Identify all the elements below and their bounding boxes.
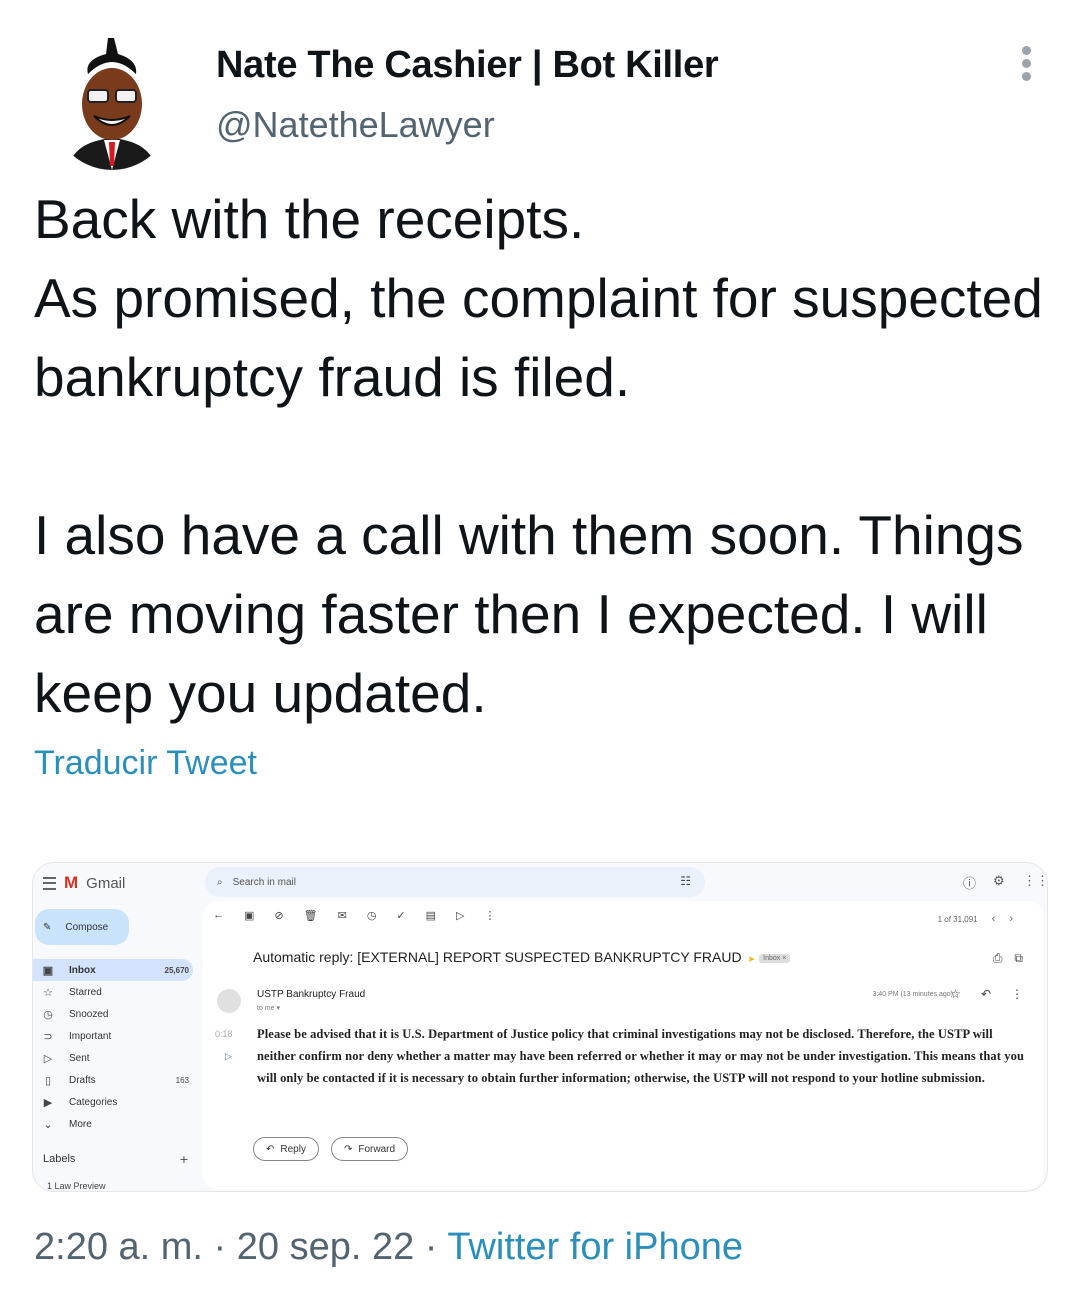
nav-label: Important [69, 1030, 112, 1042]
tweet-media-image[interactable]: M Gmail ✎ Compose ▣ Inbox 25,670 ☆ Starred … [32, 862, 1048, 1192]
back-arrow-icon[interactable]: ← [213, 909, 224, 922]
tweet-text: Back with the receipts. As promised, the… [34, 188, 1043, 724]
forward-arrow-icon: ↷ [344, 1143, 353, 1155]
gmail-wordmark: Gmail [86, 874, 126, 892]
compose-button[interactable]: ✎ Compose [35, 909, 129, 945]
label-as-icon[interactable]: ▷ [456, 909, 464, 922]
delete-icon[interactable]: 🗑 [304, 909, 318, 922]
more-actions-icon[interactable]: ⋮ [485, 909, 496, 922]
nav-snoozed[interactable]: ◷ Snoozed [33, 1003, 193, 1025]
pager: 1 of 31,091 ‹ › [938, 913, 1013, 925]
important-icon: ⊃ [43, 1030, 53, 1043]
translate-tweet-link[interactable]: Traducir Tweet [34, 744, 257, 783]
settings-icon[interactable]: ⚙ [993, 873, 1005, 889]
author-name[interactable]: Nate The Cashier | Bot Killer [216, 44, 719, 87]
subject-text: Automatic reply: [EXTERNAL] REPORT SUSPE… [253, 949, 742, 965]
prev-page-icon[interactable]: ‹ [992, 913, 996, 925]
more-options-icon[interactable] [1016, 46, 1036, 86]
star-icon: ☆ [43, 986, 53, 999]
audio-timer: 0:18 [215, 1029, 233, 1039]
reply-icon[interactable]: ↶ [981, 987, 991, 1001]
labels-title: Labels [43, 1153, 76, 1165]
nav-count: 163 [175, 1075, 189, 1085]
reply-label: Reply [280, 1143, 306, 1155]
nav-label: Snoozed [69, 1008, 109, 1020]
nav-inbox[interactable]: ▣ Inbox 25,670 [33, 959, 193, 981]
nav-starred[interactable]: ☆ Starred [33, 981, 193, 1003]
draft-icon: ▯ [44, 1074, 52, 1087]
nav-important[interactable]: ⊃ Important [33, 1025, 193, 1047]
report-spam-icon[interactable]: ⊘ [274, 909, 283, 922]
add-label-icon[interactable]: + [180, 1151, 188, 1167]
print-icon[interactable]: ⎙ [993, 951, 1003, 966]
label-item[interactable]: 1 Law Preview [47, 1181, 106, 1191]
menu-icon[interactable] [43, 876, 56, 890]
next-page-icon[interactable]: › [1009, 913, 1013, 925]
label-icon: ▶ [43, 1096, 53, 1109]
star-icon[interactable]: ☆ [950, 987, 961, 1001]
chevron-down-icon: ⌄ [43, 1118, 53, 1131]
recipient-details[interactable]: to me ▾ [257, 1004, 280, 1012]
nav-label: Drafts [69, 1074, 96, 1086]
sender-name[interactable]: USTP Bankruptcy Fraud [257, 989, 365, 1000]
cartoon-avatar-icon[interactable] [48, 30, 176, 170]
move-to-icon[interactable]: ▤ [426, 909, 436, 922]
search-bar[interactable]: ⌕ Search in mail ☷ [205, 867, 705, 897]
nav-label: Inbox [69, 964, 96, 976]
gmail-logo[interactable]: M Gmail [43, 873, 125, 893]
mark-unread-icon[interactable]: ✉ [338, 909, 347, 922]
email-body: Please be advised that it is U.S. Depart… [257, 1027, 1025, 1085]
tweet-source[interactable]: Twitter for iPhone [447, 1226, 743, 1268]
email-view: ← ▣ ⊘ 🗑 ✉ ◷ ✓ ▤ ▷ ⋮ 1 of 31,091 ‹ › Automa… [203, 901, 1043, 1189]
inbox-tag[interactable]: Inbox × [759, 953, 791, 963]
search-options-icon[interactable]: ☷ [680, 874, 691, 888]
pencil-icon: ✎ [43, 921, 52, 933]
author-handle[interactable]: @NatetheLawyer [216, 104, 495, 146]
compose-label: Compose [65, 921, 109, 933]
forward-label: Forward [358, 1143, 396, 1155]
importance-marker-icon[interactable]: ➤ [748, 954, 756, 964]
nav-label: More [69, 1118, 92, 1130]
nav-more[interactable]: ⌄ More [33, 1113, 193, 1135]
email-subject: Automatic reply: [EXTERNAL] REPORT SUSPE… [253, 949, 791, 965]
email-time: 3:40 PM (13 minutes ago) [872, 991, 953, 998]
message-actions: ☆ ↶ ⋮ [950, 987, 1023, 1001]
nav-count: 25,670 [164, 965, 189, 975]
apps-grid-icon[interactable]: ⋮⋮ [1023, 873, 1047, 889]
play-icon[interactable]: ▷ [225, 1051, 232, 1062]
nav-drafts[interactable]: ▯ Drafts 163 [33, 1069, 193, 1091]
tweet-timestamp[interactable]: 2:20 a. m. · 20 sep. 22 · [34, 1226, 447, 1268]
tweet-footer: 2:20 a. m. · 20 sep. 22 · Twitter for iP… [34, 1226, 743, 1269]
archive-icon[interactable]: ▣ [244, 909, 254, 922]
search-icon: ⌕ [217, 876, 223, 888]
email-toolbar: ← ▣ ⊘ 🗑 ✉ ◷ ✓ ▤ ▷ ⋮ [213, 909, 496, 922]
sender-avatar[interactable] [217, 989, 241, 1013]
snooze-icon[interactable]: ◷ [367, 909, 377, 922]
add-task-icon[interactable]: ✓ [396, 909, 405, 922]
subject-actions: ⎙ ⧉ [993, 951, 1023, 966]
nav-label: Starred [69, 986, 102, 998]
gmail-m-icon: M [64, 873, 79, 892]
clock-icon: ◷ [43, 1008, 53, 1021]
labels-heading: Labels + [43, 1151, 188, 1167]
help-icon[interactable]: ⓘ [963, 873, 976, 892]
search-input[interactable]: Search in mail [233, 877, 296, 888]
more-vert-icon[interactable]: ⋮ [1011, 987, 1023, 1001]
open-new-window-icon[interactable]: ⧉ [1014, 951, 1023, 966]
reply-button[interactable]: ↶ Reply [253, 1137, 319, 1161]
gmail-sidebar: M Gmail ✎ Compose ▣ Inbox 25,670 ☆ Starred … [33, 863, 201, 1191]
inbox-icon: ▣ [42, 964, 54, 977]
pager-count: 1 of 31,091 [937, 915, 978, 924]
nav-sent[interactable]: ▷ Sent [33, 1047, 193, 1069]
nav-label: Sent [69, 1052, 90, 1064]
nav-categories[interactable]: ▶ Categories [33, 1091, 193, 1113]
folder-nav: ▣ Inbox 25,670 ☆ Starred ◷ Snoozed ⊃ Importan… [33, 959, 193, 1135]
send-icon: ▷ [43, 1052, 53, 1065]
reply-arrow-icon: ↶ [266, 1143, 275, 1155]
forward-button[interactable]: ↷ Forward [331, 1137, 409, 1161]
nav-label: Categories [69, 1096, 118, 1108]
